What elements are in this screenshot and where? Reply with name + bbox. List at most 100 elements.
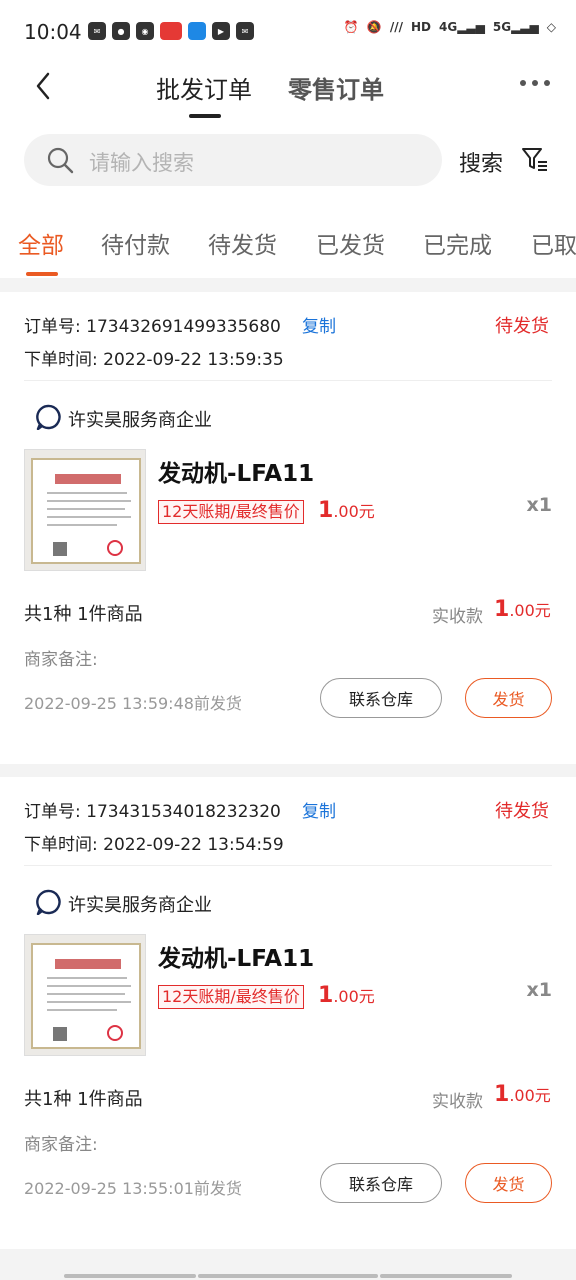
qr <box>53 542 67 556</box>
tab-cancelled[interactable]: 已取 <box>531 226 576 260</box>
product-image[interactable] <box>24 449 146 571</box>
product-title[interactable]: 发动机-LFA11 <box>158 939 314 973</box>
dot-icon <box>532 80 538 86</box>
paid-int: 1 <box>494 1082 510 1107</box>
more-menu-button[interactable] <box>520 80 550 86</box>
system-icons: ⏰ 🔕 /// HD 4G ▂▃▅ 5G ▂▃▅ ◇ <box>344 20 556 34</box>
order-number-value: 173432691499335680 <box>86 317 281 337</box>
contact-warehouse-button[interactable]: 联系仓库 <box>320 1163 442 1203</box>
order-number: 订单号: 173431534018232320 <box>24 797 281 822</box>
order-status: 待发货 <box>495 316 549 337</box>
ln <box>47 500 131 502</box>
product-quantity: x1 <box>526 494 552 516</box>
store-name[interactable]: 许实昊服务商企业 <box>68 891 212 917</box>
filter-icon[interactable] <box>521 146 549 174</box>
item-count: 共1种 1件商品 <box>24 604 143 625</box>
tab-wholesale[interactable]: 批发订单 <box>156 70 252 118</box>
price-dec: .00元 <box>333 987 375 1006</box>
search-input[interactable]: 请输入搜索 <box>24 134 442 186</box>
order-time: 下单时间: 2022-09-22 13:54:59 <box>24 830 284 855</box>
ln <box>47 508 125 510</box>
qr <box>53 1027 67 1041</box>
tab-completed[interactable]: 已完成 <box>423 226 492 260</box>
ship-button[interactable]: 发货 <box>465 1163 552 1203</box>
dot-icon <box>520 80 526 86</box>
product-title[interactable]: 发动机-LFA11 <box>158 454 314 488</box>
ln <box>47 524 117 526</box>
mail-icon: ✉ <box>236 22 254 40</box>
order-type-tabs: 批发订单 零售订单 <box>156 70 384 118</box>
divider <box>24 865 552 866</box>
blue-app-icon <box>188 22 206 40</box>
nav-gesture-bar <box>380 1274 512 1278</box>
status-bar: 10:04 ✉ ● ◉ ▶ ✉ ⏰ 🔕 /// HD 4G ▂▃▅ 5G ▂▃▅ ◇ <box>0 0 576 64</box>
notification-icons: ✉ ● ◉ ▶ ✉ <box>88 22 254 40</box>
hd <box>55 474 121 484</box>
tab-all[interactable]: 全部 <box>18 226 64 260</box>
order-time-label: 下单时间: <box>24 835 98 855</box>
ship-button[interactable]: 发货 <box>465 678 552 718</box>
price-dec: .00元 <box>333 502 375 521</box>
seal <box>107 540 123 556</box>
order-number-value: 173431534018232320 <box>86 802 281 822</box>
order-time-value: 2022-09-22 13:54:59 <box>103 835 284 855</box>
ln <box>47 985 131 987</box>
mail-icon: ✉ <box>88 22 106 40</box>
merchant-note: 商家备注: <box>24 1135 98 1155</box>
search-icon <box>47 147 74 174</box>
ln <box>47 993 125 995</box>
5g-label: 5G <box>492 20 512 34</box>
order-card: 订单号: 173431534018232320 复制 待发货 下单时间: 202… <box>0 777 576 1249</box>
hd <box>55 959 121 969</box>
order-time-value: 2022-09-22 13:59:35 <box>103 350 284 370</box>
ship-deadline: 2022-09-25 13:59:48前发货 <box>24 694 242 713</box>
ln <box>47 492 127 494</box>
store-name[interactable]: 许实昊服务商企业 <box>68 406 212 432</box>
seal <box>107 1025 123 1041</box>
item-count: 共1种 1件商品 <box>24 1089 143 1110</box>
ln <box>47 516 131 518</box>
4g-label: 4G <box>438 20 458 34</box>
copy-button[interactable]: 复制 <box>302 797 336 822</box>
status-tabs: 全部 待付款 待发货 已发货 已完成 已取 <box>0 222 576 278</box>
order-time-label: 下单时间: <box>24 350 98 370</box>
search-button[interactable]: 搜索 <box>459 146 503 178</box>
paid-dec: .00元 <box>509 1086 551 1105</box>
ln <box>47 1001 131 1003</box>
tab-pending-shipment[interactable]: 待发货 <box>208 226 277 260</box>
product-price: 1.00元 <box>318 498 375 523</box>
product-quantity: x1 <box>526 979 552 1001</box>
4g-icon: 4G ▂▃▅ <box>438 20 485 34</box>
tab-pending-payment[interactable]: 待付款 <box>101 226 170 260</box>
order-number: 订单号: 173432691499335680 <box>24 312 281 337</box>
frame <box>31 458 141 564</box>
paid-amount: 1.00元 <box>494 597 551 622</box>
5g-icon: 5G ▂▃▅ <box>492 20 539 34</box>
chevron-left-icon <box>36 72 50 100</box>
tab-shipped[interactable]: 已发货 <box>316 226 385 260</box>
chat-bubble-icon <box>36 404 61 430</box>
product-image[interactable] <box>24 934 146 1056</box>
order-number-label: 订单号: <box>24 317 81 337</box>
price-tag: 12天账期/最终售价 <box>158 985 304 1009</box>
dot-icon <box>544 80 550 86</box>
order-card: 订单号: 173432691499335680 复制 待发货 下单时间: 202… <box>0 292 576 764</box>
paid-int: 1 <box>494 597 510 622</box>
chat-bubble-icon <box>36 889 61 915</box>
copy-button[interactable]: 复制 <box>302 312 336 337</box>
nav-gesture-bar <box>198 1274 378 1278</box>
paid-amount: 1.00元 <box>494 1082 551 1107</box>
back-button[interactable] <box>28 66 64 106</box>
merchant-note: 商家备注: <box>24 650 98 670</box>
mute-icon: 🔕 <box>366 20 382 34</box>
order-number-label: 订单号: <box>24 802 81 822</box>
contact-warehouse-button[interactable]: 联系仓库 <box>320 678 442 718</box>
top-section: 10:04 ✉ ● ◉ ▶ ✉ ⏰ 🔕 /// HD 4G ▂▃▅ 5G ▂▃▅ ◇… <box>0 0 576 278</box>
ship-deadline: 2022-09-25 13:55:01前发货 <box>24 1179 242 1198</box>
order-status: 待发货 <box>495 801 549 822</box>
price-int: 1 <box>318 983 334 1008</box>
search-placeholder: 请输入搜索 <box>89 151 194 175</box>
tab-retail[interactable]: 零售订单 <box>288 70 384 118</box>
status-time: 10:04 <box>24 20 82 44</box>
active-tab-indicator <box>26 272 58 276</box>
